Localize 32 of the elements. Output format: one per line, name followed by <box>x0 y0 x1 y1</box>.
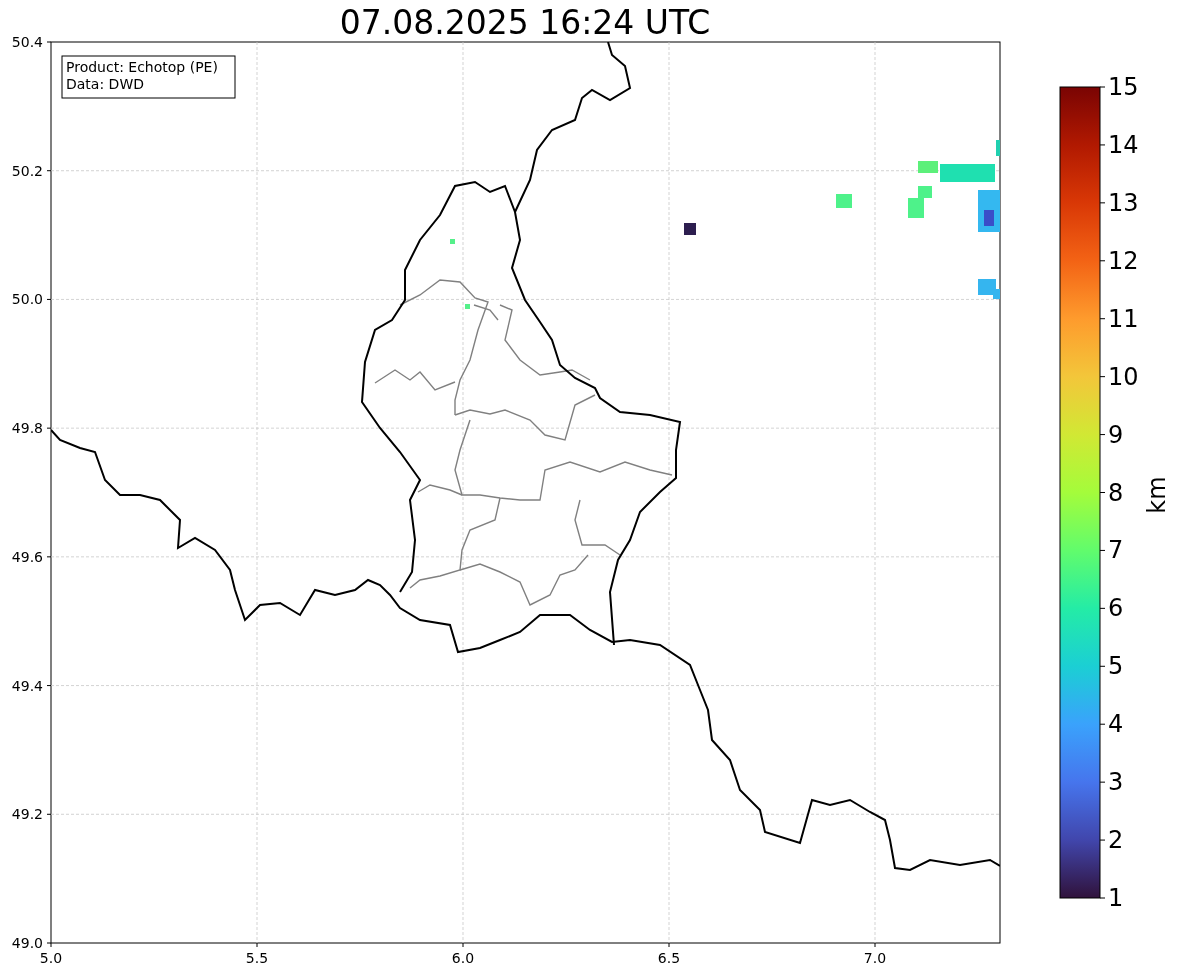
y-tick-label: 49.8 <box>11 420 43 437</box>
colorbar-tick-label: 9 <box>1108 420 1124 449</box>
y-tick-label: 50.0 <box>11 291 43 308</box>
x-tick-label: 7.0 <box>863 950 887 966</box>
colorbar-tick-label: 13 <box>1108 188 1139 217</box>
colorbar-tick-label: 5 <box>1108 652 1124 681</box>
colorbar-tick-label: 8 <box>1108 478 1124 507</box>
colorbar-tick-label: 6 <box>1108 594 1124 623</box>
x-tick-label: 5.5 <box>245 950 269 966</box>
colorbar-tick-label: 14 <box>1108 130 1139 159</box>
x-tick-label: 5.0 <box>39 950 63 966</box>
legend-text: Product: Echotop (PE) <box>66 59 218 75</box>
legend-text: Data: DWD <box>66 76 144 92</box>
colorbar-tick-label: 3 <box>1108 768 1124 797</box>
colorbar-tick-label: 1 <box>1108 884 1124 912</box>
y-tick-label: 49.0 <box>11 935 43 951</box>
colorbar-tick-label: 12 <box>1108 246 1139 275</box>
x-tick-label: 6.5 <box>657 950 681 966</box>
colorbar-tick-label: 7 <box>1108 536 1124 565</box>
y-tick-label: 49.2 <box>11 806 43 823</box>
colorbar-tick-label: 10 <box>1108 362 1139 391</box>
colorbar-tick-label: 2 <box>1108 826 1124 855</box>
y-tick-label: 50.2 <box>11 162 43 179</box>
y-tick-label: 50.4 <box>11 34 43 50</box>
colorbar-tick-label: 4 <box>1108 710 1124 739</box>
y-tick-label: 49.4 <box>11 677 43 694</box>
colorbar-label: km <box>1143 476 1171 514</box>
y-tick-label: 49.6 <box>11 548 43 565</box>
colorbar-tick-label: 15 <box>1108 73 1139 101</box>
colorbar-tick-label: 11 <box>1108 304 1139 333</box>
chart-title: 07.08.2025 16:24 UTC <box>339 3 711 42</box>
x-tick-label: 6.0 <box>451 950 475 966</box>
